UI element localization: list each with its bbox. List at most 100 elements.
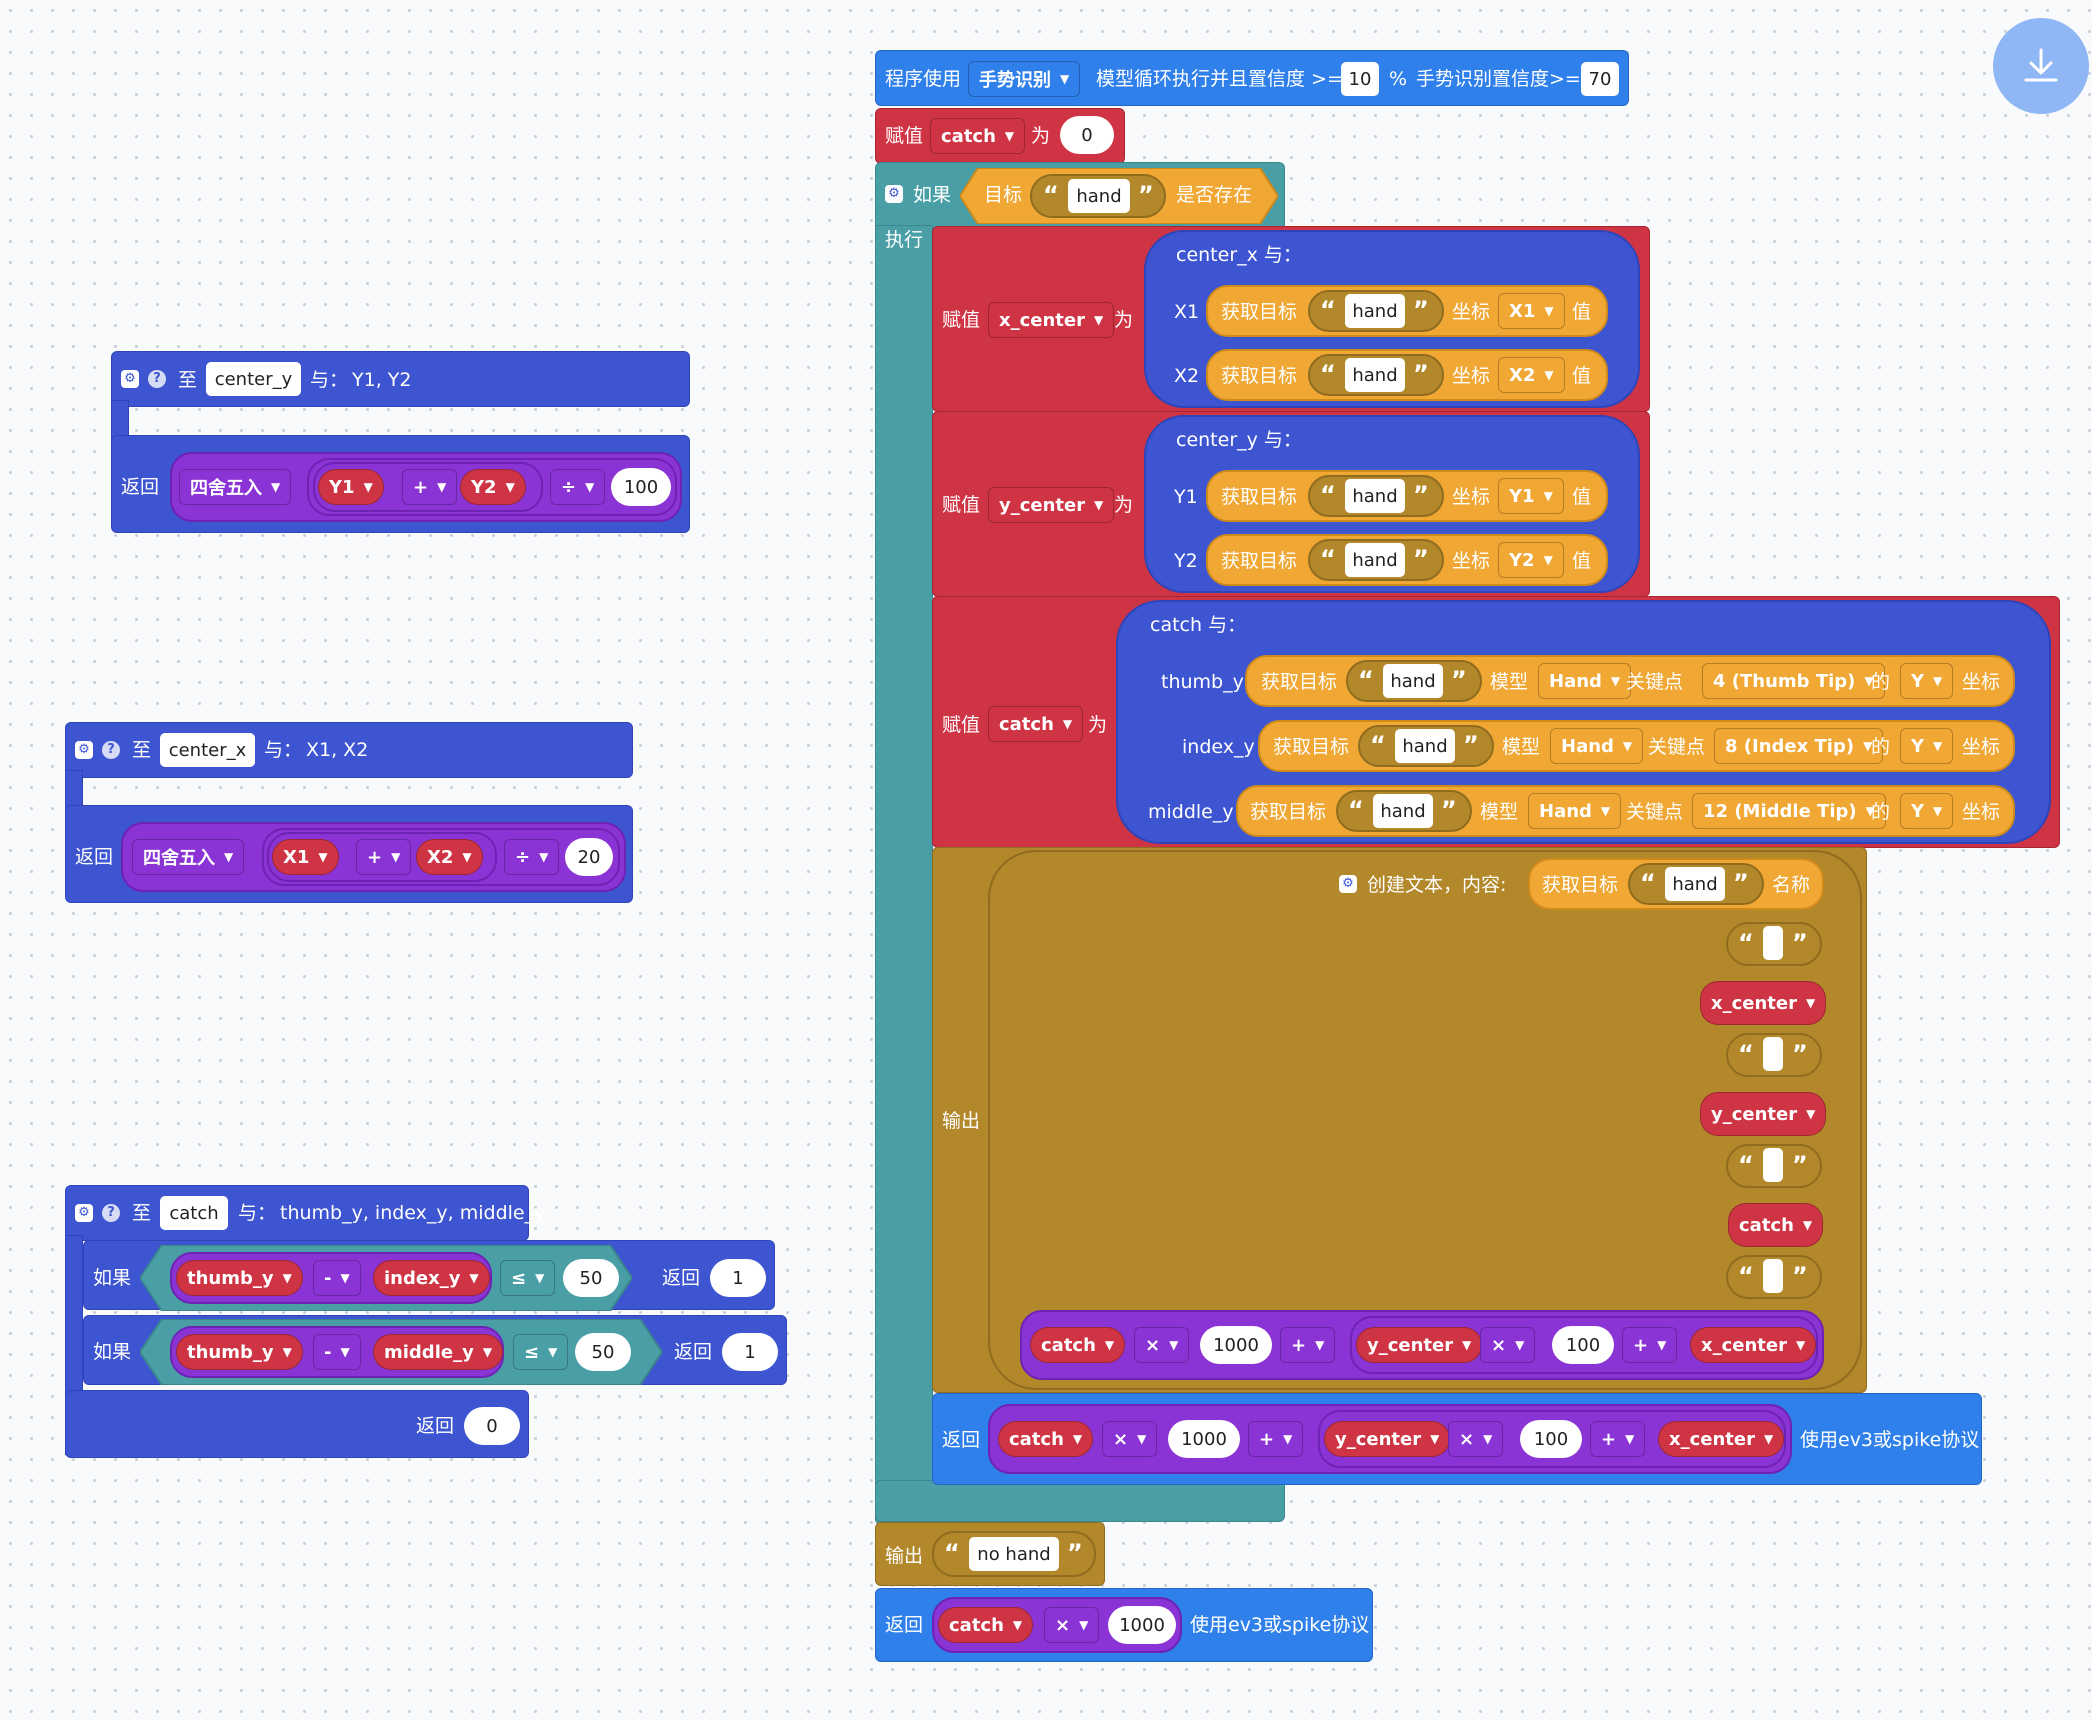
divisor-input[interactable]: 20 — [565, 838, 613, 876]
keypoint-dropdown[interactable]: 12 (Middle Tip) ▼ — [1692, 793, 1886, 829]
return-value-input[interactable]: 1 — [710, 1259, 766, 1297]
gear-icon[interactable]: ⚙ — [121, 370, 139, 388]
var-thumb-y[interactable]: thumb_y ▼ — [176, 1334, 303, 1370]
times-dropdown[interactable]: × ▼ — [1044, 1607, 1100, 1643]
var-catch-dropdown[interactable]: catch ▼ — [988, 706, 1084, 742]
round-dropdown[interactable]: 四舍五入 ▼ — [132, 839, 245, 875]
var-x2[interactable]: X2 ▼ — [416, 839, 483, 875]
with-label: 与： — [238, 1202, 277, 1224]
times-dropdown[interactable]: × ▼ — [1102, 1421, 1158, 1457]
keypoint-dropdown[interactable]: 4 (Thumb Tip) ▼ — [1702, 663, 1885, 699]
minus-dropdown[interactable]: - ▼ — [313, 1334, 361, 1370]
var-catch[interactable]: catch ▼ — [1728, 1203, 1824, 1247]
divide-dropdown[interactable]: ÷ ▼ — [504, 839, 560, 875]
minus-dropdown[interactable]: - ▼ — [313, 1260, 361, 1296]
help-icon[interactable]: ? — [148, 370, 166, 388]
axis-dropdown[interactable]: Y ▼ — [1900, 663, 1954, 699]
function-name-input[interactable]: catch — [160, 1196, 228, 1230]
plus-dropdown[interactable]: + ▼ — [1590, 1421, 1646, 1457]
text-input[interactable]: no hand — [969, 1537, 1059, 1571]
hand-model-dropdown[interactable]: Hand ▼ — [1528, 793, 1622, 829]
round-dropdown[interactable]: 四舍五入 ▼ — [179, 469, 292, 505]
text-input[interactable]: hand — [1395, 729, 1455, 763]
times-dropdown[interactable]: × ▼ — [1134, 1327, 1190, 1363]
confidence-input-2[interactable]: 70 — [1581, 62, 1619, 96]
text-input[interactable] — [1763, 1259, 1783, 1293]
divide-dropdown[interactable]: ÷ ▼ — [550, 469, 606, 505]
threshold-input[interactable]: 50 — [563, 1259, 619, 1297]
var-y-center-dropdown[interactable]: y_center ▼ — [988, 487, 1115, 523]
plus-dropdown[interactable]: + ▼ — [1622, 1327, 1678, 1363]
gear-icon[interactable]: ⚙ — [75, 1204, 93, 1222]
var-thumb-y[interactable]: thumb_y ▼ — [176, 1260, 303, 1296]
text-input[interactable]: hand — [1345, 358, 1405, 392]
multiplier-input[interactable]: 100 — [1520, 1420, 1582, 1458]
text-input[interactable]: hand — [1068, 179, 1130, 213]
multiplier-input[interactable]: 1000 — [1108, 1606, 1176, 1644]
var-y-center[interactable]: y_center ▼ — [1324, 1421, 1451, 1457]
help-icon[interactable]: ? — [102, 741, 120, 759]
var-catch[interactable]: catch ▼ — [1030, 1327, 1126, 1363]
hand-model-dropdown[interactable]: Hand ▼ — [1538, 663, 1632, 699]
multiplier-input[interactable]: 1000 — [1200, 1326, 1272, 1364]
var-catch[interactable]: catch ▼ — [938, 1607, 1034, 1643]
plus-dropdown[interactable]: + ▼ — [402, 469, 458, 505]
text-input[interactable] — [1763, 1037, 1783, 1071]
function-name-input[interactable]: center_y — [206, 362, 301, 396]
multiplier-input[interactable]: 100 — [1552, 1326, 1614, 1364]
var-y-center[interactable]: y_center ▼ — [1700, 1092, 1827, 1136]
var-middle-y[interactable]: middle_y ▼ — [373, 1334, 504, 1370]
var-x-center[interactable]: x_center ▼ — [1700, 981, 1827, 1025]
divisor-input[interactable]: 100 — [611, 468, 671, 506]
var-x-center-dropdown[interactable]: x_center ▼ — [988, 302, 1115, 338]
gear-icon[interactable]: ⚙ — [75, 741, 93, 759]
var-y2[interactable]: Y2 ▼ — [460, 469, 526, 505]
catch-init-input[interactable]: 0 — [1060, 116, 1114, 154]
var-x-center[interactable]: x_center ▼ — [1690, 1327, 1817, 1363]
var-x-center[interactable]: x_center ▼ — [1658, 1421, 1785, 1457]
threshold-input[interactable]: 50 — [575, 1333, 631, 1371]
close-quote-icon: ” — [1067, 1539, 1083, 1567]
times-dropdown[interactable]: × ▼ — [1480, 1327, 1536, 1363]
var-y-center[interactable]: y_center ▼ — [1356, 1327, 1483, 1363]
plus-dropdown[interactable]: + ▼ — [1280, 1327, 1336, 1363]
confidence-input-1[interactable]: 10 — [1341, 62, 1379, 96]
coord-dropdown[interactable]: Y1 ▼ — [1498, 478, 1564, 514]
download-button[interactable] — [1993, 18, 2089, 114]
value-label: 值 — [1572, 486, 1592, 508]
header-mid: 模型循环执行并且置信度 >= — [1096, 68, 1343, 90]
multiplier-input[interactable]: 1000 — [1168, 1420, 1240, 1458]
text-input[interactable]: hand — [1373, 794, 1433, 828]
return-value-input[interactable]: 1 — [722, 1333, 778, 1371]
plus-dropdown[interactable]: + ▼ — [1248, 1421, 1304, 1457]
axis-dropdown[interactable]: Y ▼ — [1900, 793, 1954, 829]
gear-icon[interactable]: ⚙ — [1339, 875, 1357, 893]
le-dropdown[interactable]: ≤ ▼ — [500, 1260, 556, 1296]
coord-dropdown[interactable]: Y2 ▼ — [1498, 542, 1564, 578]
return-value-input[interactable]: 0 — [464, 1407, 520, 1445]
var-x1[interactable]: X1 ▼ — [272, 839, 339, 875]
text-input[interactable] — [1763, 1148, 1783, 1182]
text-input[interactable]: hand — [1345, 543, 1405, 577]
coord-dropdown[interactable]: X2 ▼ — [1498, 357, 1565, 393]
text-input[interactable]: hand — [1345, 294, 1405, 328]
le-dropdown[interactable]: ≤ ▼ — [513, 1334, 569, 1370]
function-name-input[interactable]: center_x — [160, 733, 255, 767]
axis-dropdown[interactable]: Y ▼ — [1900, 728, 1954, 764]
var-catch[interactable]: catch ▼ — [998, 1421, 1094, 1457]
model-dropdown[interactable]: 手势识别 ▼ — [968, 61, 1081, 97]
var-index-y[interactable]: index_y ▼ — [373, 1260, 490, 1296]
hand-model-dropdown[interactable]: Hand ▼ — [1550, 728, 1644, 764]
text-input[interactable]: hand — [1345, 479, 1405, 513]
text-input[interactable]: hand — [1665, 867, 1725, 901]
keypoint-dropdown[interactable]: 8 (Index Tip) ▼ — [1714, 728, 1884, 764]
help-icon[interactable]: ? — [102, 1204, 120, 1222]
text-input[interactable] — [1763, 926, 1783, 960]
var-y1[interactable]: Y1 ▼ — [318, 469, 384, 505]
var-catch-dropdown[interactable]: catch ▼ — [930, 118, 1026, 154]
gear-icon[interactable]: ⚙ — [885, 185, 903, 203]
text-input[interactable]: hand — [1383, 664, 1443, 698]
plus-dropdown[interactable]: + ▼ — [356, 839, 412, 875]
times-dropdown[interactable]: × ▼ — [1448, 1421, 1504, 1457]
coord-dropdown[interactable]: X1 ▼ — [1498, 293, 1565, 329]
